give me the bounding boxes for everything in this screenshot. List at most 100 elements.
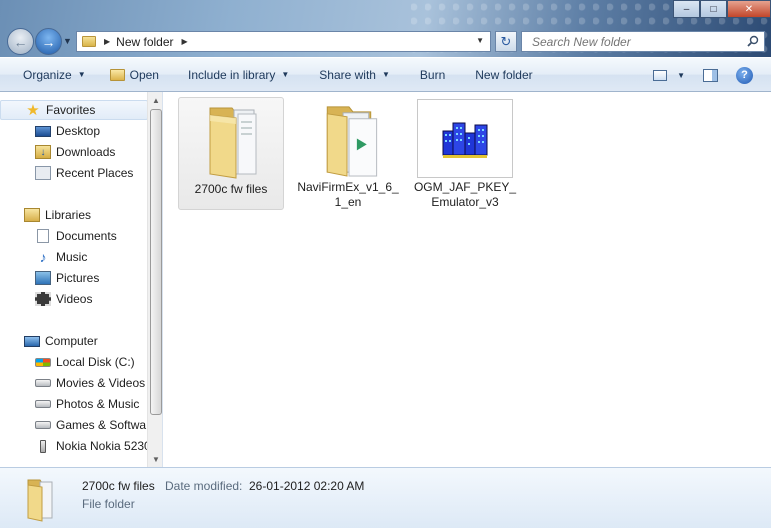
sidebar-item-photos-music[interactable]: Photos & Music (0, 394, 148, 414)
breadcrumb-chevron-icon[interactable]: ▶ (182, 37, 188, 46)
folder-icon (82, 36, 96, 47)
sidebar-item-label: Games & Softwa (56, 418, 147, 432)
sidebar-item-label: Downloads (56, 145, 116, 159)
details-pane: 2700c fw files Date modified: 26-01-2012… (0, 467, 771, 528)
folder-with-documents-icon (326, 106, 378, 177)
details-file-type: File folder (82, 497, 135, 511)
scroll-thumb[interactable] (150, 109, 162, 415)
chevron-down-icon: ▼ (381, 70, 390, 79)
sidebar-item-label: Nokia Nokia 5230 (56, 439, 151, 453)
sidebar-libraries-label: Libraries (45, 208, 92, 222)
command-bar: Organize ▼ Open Include in library ▼ Share… (0, 58, 771, 92)
help-icon[interactable]: ? (736, 66, 753, 84)
sidebar-item-documents[interactable]: Documents (0, 226, 148, 246)
sidebar-item-label: Videos (56, 292, 93, 306)
folder-icon (209, 107, 257, 179)
file-item-2700c-fw-files[interactable]: 2700c fw files (178, 97, 284, 210)
sidebar-item-label: Music (56, 250, 88, 264)
view-options-dropdown[interactable]: ▼ (677, 71, 685, 80)
share-with-label: Share with (319, 67, 376, 82)
share-with-button[interactable]: Share with ▼ (301, 58, 402, 91)
sidebar-item-label: Pictures (56, 271, 100, 285)
sidebar-item-recent-places[interactable]: Recent Places (0, 163, 148, 183)
desktop-icon (35, 125, 51, 137)
back-arrow-icon: ← (13, 33, 28, 50)
sidebar-libraries[interactable]: Libraries (0, 205, 148, 225)
music-icon: ♪ (39, 249, 47, 265)
back-button[interactable]: ← (7, 28, 34, 55)
computer-icon (24, 335, 40, 347)
window-frame: – □ ✕ ← → ▼ ▶ New folder ▶ ▼ ↻ (0, 0, 771, 57)
recent-pages-dropdown[interactable]: ▼ (63, 36, 72, 46)
address-bar[interactable]: ▶ New folder ▶ ▼ (76, 31, 491, 52)
phone-icon (40, 439, 46, 453)
include-in-library-button[interactable]: Include in library ▼ (171, 58, 301, 91)
documents-icon (37, 229, 49, 243)
sidebar-favorites-label: Favorites (46, 103, 96, 117)
view-controls: ▼ ? (653, 58, 771, 92)
chevron-down-icon: ▼ (281, 70, 290, 79)
sidebar-item-pictures[interactable]: Pictures (0, 268, 148, 288)
file-item-ogm-jaf-emulator[interactable]: OGM_JAF_PKEY_Emulator_v3 (412, 97, 518, 210)
navigation-pane: ★ Favorites Desktop ↓ Downloads Recent P… (0, 92, 163, 467)
sidebar-item-nokia[interactable]: Nokia Nokia 5230 (0, 436, 151, 456)
sidebar-item-label: Desktop (56, 124, 101, 138)
burn-label: Burn (419, 67, 446, 82)
sidebar-item-music[interactable]: ♪ Music (0, 247, 148, 267)
recent-places-icon (35, 166, 51, 180)
breadcrumb-chevron-icon[interactable]: ▶ (104, 37, 110, 46)
sidebar-item-label: Recent Places (56, 166, 134, 180)
drive-icon (35, 400, 51, 408)
sidebar-item-downloads[interactable]: ↓ Downloads (0, 142, 148, 162)
details-file-name: 2700c fw files (82, 479, 155, 493)
drive-icon (35, 379, 51, 387)
file-list[interactable]: 2700c fw files NaviFirmEx_v1_6_1_en OGM_… (164, 92, 771, 467)
sidebar-item-desktop[interactable]: Desktop (0, 121, 148, 141)
address-dropdown-icon[interactable]: ▼ (476, 36, 484, 45)
file-name: 2700c fw files (194, 182, 268, 196)
scroll-down-icon[interactable]: ▼ (148, 451, 162, 467)
application-thumbnail (417, 99, 513, 178)
refresh-button[interactable]: ↻ (495, 31, 517, 52)
search-icon[interactable] (747, 35, 759, 47)
minimize-button[interactable]: – (673, 0, 700, 18)
close-button[interactable]: ✕ (727, 0, 771, 18)
sidebar-item-label: Movies & Videos (56, 376, 146, 390)
windows-disk-icon (35, 357, 51, 367)
videos-icon (35, 292, 51, 306)
sidebar-item-local-disk[interactable]: Local Disk (C:) (0, 352, 148, 372)
search-input[interactable] (532, 34, 742, 49)
libraries-icon (24, 208, 40, 222)
file-item-navifirmex[interactable]: NaviFirmEx_v1_6_1_en (295, 97, 401, 210)
open-label: Open (129, 67, 159, 82)
new-folder-label: New folder (475, 67, 533, 82)
breadcrumb-new-folder[interactable]: New folder (116, 35, 173, 49)
new-folder-button[interactable]: New folder (457, 58, 544, 91)
file-name: OGM_JAF_PKEY_Emulator_v3 (413, 180, 517, 209)
sidebar-item-games-software[interactable]: Games & Softwa (0, 415, 148, 435)
sidebar-item-label: Photos & Music (56, 397, 140, 411)
refresh-icon: ↻ (500, 33, 512, 49)
scroll-up-icon[interactable]: ▲ (148, 92, 162, 108)
preview-pane-icon[interactable] (703, 68, 718, 82)
forward-arrow-icon: → (41, 33, 56, 50)
sidebar-computer[interactable]: Computer (0, 331, 148, 351)
search-box[interactable] (521, 31, 765, 52)
sidebar-item-label: Local Disk (C:) (56, 355, 135, 369)
maximize-button[interactable]: □ (700, 0, 727, 18)
downloads-icon: ↓ (35, 145, 51, 159)
organize-button[interactable]: Organize ▼ (0, 58, 98, 91)
folder-icon (27, 479, 53, 522)
burn-button[interactable]: Burn (402, 58, 457, 91)
navigation-scrollbar[interactable]: ▲ ▼ (147, 92, 162, 467)
change-view-icon[interactable] (653, 69, 668, 81)
details-modified-value: 26-01-2012 02:20 AM (249, 479, 365, 493)
open-button[interactable]: Open (98, 58, 171, 91)
forward-button[interactable]: → (35, 28, 62, 55)
sidebar-computer-label: Computer (45, 334, 98, 348)
details-modified-label: Date modified: (165, 479, 243, 493)
include-in-library-label: Include in library (187, 67, 276, 82)
sidebar-item-movies-videos[interactable]: Movies & Videos (0, 373, 148, 393)
sidebar-favorites[interactable]: ★ Favorites (0, 100, 148, 120)
sidebar-item-videos[interactable]: Videos (0, 289, 148, 309)
